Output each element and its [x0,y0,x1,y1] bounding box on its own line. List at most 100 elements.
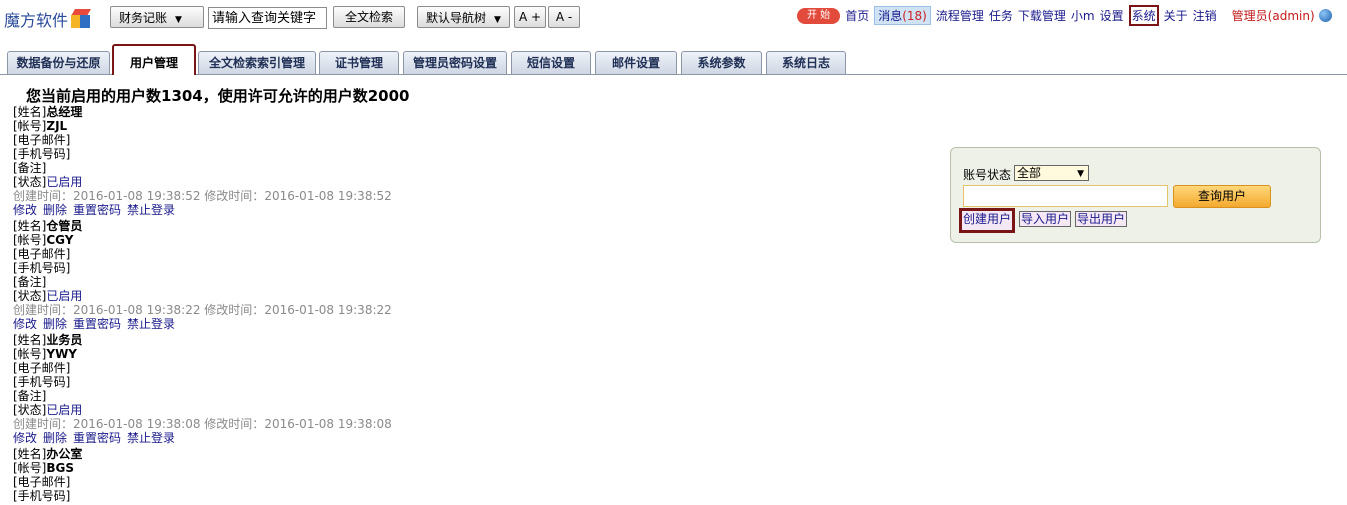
status-label: [状态] [13,175,47,189]
email-label: [电子邮件] [13,133,71,147]
create-user-button[interactable]: 创建用户 [959,208,1016,233]
tab-backup-restore[interactable]: 数据备份与还原 [7,51,110,74]
status-label: [状态] [13,289,47,303]
export-user-button[interactable]: 导出用户 [1075,211,1128,227]
font-increase-button[interactable]: A + [514,6,546,28]
module-select-value: 财务记账 [119,11,168,25]
module-select[interactable]: 财务记账 ▼ [110,6,204,28]
license-summary: 您当前启用的用户数1304，使用许可允许的用户数2000 [26,87,410,105]
edit-user-link[interactable]: 修改 [13,203,37,217]
modified-label: 修改时间： [204,189,265,203]
user-timestamps: 创建时间：2016-01-08 19:38:22 修改时间：2016-01-08… [13,303,433,317]
email-label: [电子邮件] [13,361,71,375]
tab-bar: 数据备份与还原 用户管理 全文检索索引管理 证书管理 管理员密码设置 短信设置 … [0,44,1347,75]
xiaom-link[interactable]: 小m [1071,7,1095,24]
account-status-value: 全部 [1017,166,1042,180]
about-link[interactable]: 关于 [1164,7,1188,24]
note-label: [备注] [13,275,47,289]
user-account: BGS [46,461,75,475]
phone-label: [手机号码] [13,489,71,503]
chevron-down-icon: ▼ [175,15,182,25]
query-user-button[interactable]: 查询用户 [1173,185,1271,208]
search-input[interactable] [208,7,327,29]
account-status-label: 账号状态 [963,168,1012,182]
modified-label: 修改时间： [204,417,265,431]
user-name: 业务员 [46,333,83,347]
fulltext-search-button[interactable]: 全文检索 [333,6,405,28]
delete-user-link[interactable]: 删除 [43,431,67,445]
name-label: [姓名] [13,333,47,347]
reset-password-link[interactable]: 重置密码 [73,317,121,331]
messages-count: (18) [902,9,927,23]
ban-login-link[interactable]: 禁止登录 [127,431,175,445]
top-nav: 开 始 首页 消息(18) 流程管理 任务 下载管理 小m 设置 系统 关于 注… [797,5,1332,26]
nav-tree-select-value: 默认导航树 [426,11,487,25]
user-account: ZJL [46,119,68,133]
start-button[interactable]: 开 始 [797,7,841,24]
logo[interactable]: 魔方软件 [4,7,92,31]
reset-password-link[interactable]: 重置密码 [73,203,121,217]
email-label: [电子邮件] [13,247,71,261]
ban-login-link[interactable]: 禁止登录 [127,317,175,331]
created-time: 2016-01-08 19:38:08 [73,417,201,431]
created-label: 创建时间： [13,417,74,431]
user-account: YWY [46,347,77,361]
user-timestamps: 创建时间：2016-01-08 19:38:52 修改时间：2016-01-08… [13,189,433,203]
top-bar: 魔方软件 财务记账 ▼ 全文检索 默认导航树 ▼ A + A - 开 始 首页 消息… [0,0,1347,42]
modified-time: 2016-01-08 19:38:08 [264,417,392,431]
phone-label: [手机号码] [13,261,71,275]
account-status-select[interactable]: 全部 ▼ [1014,165,1089,181]
user-name: 仓管员 [46,219,83,233]
status-label: [状态] [13,403,47,417]
settings-link[interactable]: 设置 [1100,7,1124,24]
downloads-link[interactable]: 下载管理 [1018,7,1066,24]
tasks-link[interactable]: 任务 [989,7,1013,24]
tab-system-params[interactable]: 系统参数 [681,51,762,74]
name-label: [姓名] [13,105,47,119]
account-label: [帐号] [13,119,47,133]
edit-user-link[interactable]: 修改 [13,317,37,331]
account-label: [帐号] [13,233,47,247]
logout-link[interactable]: 注销 [1193,7,1217,24]
font-decrease-button[interactable]: A - [548,6,580,28]
home-link[interactable]: 首页 [845,7,869,24]
current-user[interactable]: 管理员(admin) [1232,7,1315,24]
account-label: [帐号] [13,461,47,475]
messages-link[interactable]: 消息(18) [874,6,931,25]
user-query-input[interactable] [963,185,1168,207]
account-label: [帐号] [13,347,47,361]
workflow-link[interactable]: 流程管理 [936,7,984,24]
import-user-button[interactable]: 导入用户 [1019,211,1072,227]
created-time: 2016-01-08 19:38:52 [73,189,201,203]
chevron-down-icon: ▼ [494,15,501,25]
tab-fulltext-index[interactable]: 全文检索索引管理 [198,51,316,74]
globe-icon[interactable] [1318,9,1332,22]
tab-system-log[interactable]: 系统日志 [766,51,846,74]
logo-text: 魔方软件 [4,11,69,30]
name-label: [姓名] [13,447,47,461]
user-name: 办公室 [46,447,83,461]
delete-user-link[interactable]: 删除 [43,317,67,331]
ban-login-link[interactable]: 禁止登录 [127,203,175,217]
tab-mail-settings[interactable]: 邮件设置 [595,51,677,74]
user-name: 总经理 [46,105,83,119]
reset-password-link[interactable]: 重置密码 [73,431,121,445]
user-card: [姓名]办公室 [帐号]BGS [电子邮件] [手机号码] [13,447,433,503]
chevron-down-icon: ▼ [1077,169,1084,179]
tab-user-management[interactable]: 用户管理 [112,44,196,75]
delete-user-link[interactable]: 删除 [43,203,67,217]
nav-tree-select[interactable]: 默认导航树 ▼ [417,6,510,28]
user-account: CGY [46,233,74,247]
user-card: [姓名]总经理 [帐号]ZJL [电子邮件] [手机号码] [备注] [状态]已… [13,105,433,217]
email-label: [电子邮件] [13,475,71,489]
user-status: 已启用 [46,175,83,189]
user-status: 已启用 [46,289,83,303]
tab-sms-settings[interactable]: 短信设置 [511,51,591,74]
edit-user-link[interactable]: 修改 [13,431,37,445]
tab-certificates[interactable]: 证书管理 [319,51,399,74]
tab-admin-password[interactable]: 管理员密码设置 [403,51,507,74]
logo-cube-icon [70,9,92,29]
user-status: 已启用 [46,403,83,417]
created-label: 创建时间： [13,303,74,317]
system-link[interactable]: 系统 [1128,5,1159,26]
